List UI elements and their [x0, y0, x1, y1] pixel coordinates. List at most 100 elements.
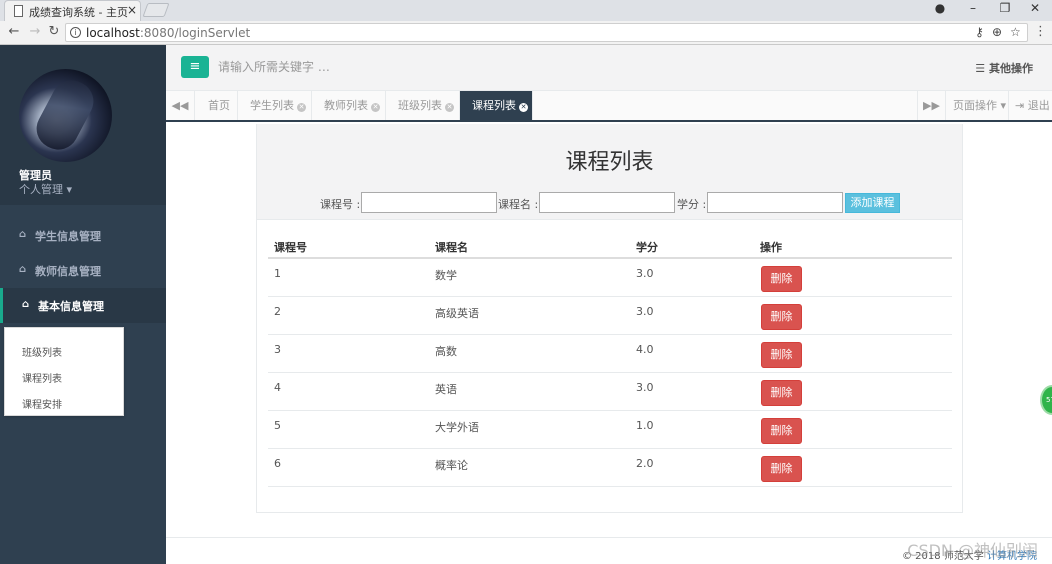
logout-label: 退出 — [1027, 99, 1050, 112]
basic-info-submenu: 班级列表 课程列表 课程安排 — [4, 327, 124, 416]
table-row: 4 英语 3.0 删除 — [268, 373, 952, 411]
csdn-watermark: CSDN @神仙别闹 — [907, 541, 1038, 560]
home-icon: ⌂ — [19, 264, 27, 275]
cell-course-name: 概率论 — [435, 459, 468, 472]
sidebar-item-student-management[interactable]: ⌂ 学生信息管理 — [0, 218, 166, 253]
search-input[interactable] — [218, 57, 518, 77]
delete-button[interactable]: 删除 — [761, 380, 802, 406]
delete-button[interactable]: 删除 — [761, 456, 802, 482]
other-operations-button[interactable]: ☰ 其他操作 — [975, 60, 1033, 76]
account-icon[interactable]: ● — [925, 1, 955, 15]
tab-label: 首页 — [208, 99, 230, 112]
other-operations-label: 其他操作 — [989, 62, 1033, 75]
url-host: localhost — [86, 26, 140, 40]
close-icon[interactable]: ✕ — [371, 103, 380, 112]
logout-icon: ⇥ — [1015, 99, 1025, 112]
cell-credit: 4.0 — [636, 343, 654, 356]
minimize-button[interactable]: – — [958, 1, 988, 15]
cell-course-name: 高数 — [435, 345, 457, 358]
tabs-scroll-left-icon[interactable]: ◀◀ — [166, 91, 195, 120]
personal-menu-dropdown[interactable]: 个人管理 ▾ — [19, 181, 72, 197]
cell-course-no: 2 — [274, 305, 281, 318]
submenu-item-class-list[interactable]: 班级列表 — [22, 344, 62, 359]
submenu-item-course-list[interactable]: 课程列表 — [22, 370, 62, 385]
home-icon: ⌂ — [22, 299, 30, 310]
close-window-button[interactable]: ✕ — [1020, 1, 1050, 15]
tab-course-list[interactable]: 课程列表 ✕ — [460, 91, 533, 120]
document-icon — [14, 5, 23, 17]
course-name-input[interactable] — [539, 192, 675, 213]
browser-tab-strip: 成绩查询系统 - 主页 × ● – ❐ ✕ — [0, 0, 1052, 21]
tab-label: 学生列表 — [250, 99, 294, 112]
key-icon[interactable]: ⚷ — [975, 25, 984, 39]
info-icon[interactable]: i — [70, 27, 81, 38]
credit-label: 学分 : — [677, 198, 707, 211]
table-row: 2 高级英语 3.0 删除 — [268, 297, 952, 335]
cell-credit: 2.0 — [636, 457, 654, 470]
close-tab-icon[interactable]: × — [127, 3, 137, 17]
cell-course-no: 5 — [274, 419, 281, 432]
profile-block: 管理员 个人管理 ▾ — [0, 45, 166, 205]
cell-credit: 3.0 — [636, 305, 654, 318]
cell-course-no: 3 — [274, 343, 281, 356]
avatar[interactable] — [19, 69, 112, 162]
course-no-input[interactable] — [361, 192, 497, 213]
floating-speed-ball[interactable]: 57 — [1040, 385, 1052, 415]
tab-student-list[interactable]: 学生列表 ✕ — [238, 91, 312, 120]
column-header-course-no: 课程号 — [274, 241, 307, 254]
restore-button[interactable]: ❐ — [990, 1, 1020, 15]
table-row: 5 大学外语 1.0 删除 — [268, 411, 952, 449]
home-icon: ⌂ — [19, 229, 27, 240]
delete-button[interactable]: 删除 — [761, 418, 802, 444]
back-arrow-icon[interactable]: ← — [7, 24, 21, 39]
course-name-label: 课程名 : — [498, 198, 539, 211]
address-bar: ← → ↻ i localhost:8080/loginServlet ⚷ ⊕ … — [0, 21, 1052, 45]
page-operations-dropdown[interactable]: 页面操作 ▾ — [953, 91, 1006, 120]
tab-teacher-list[interactable]: 教师列表 ✕ — [312, 91, 386, 120]
cell-credit: 1.0 — [636, 419, 654, 432]
bookmark-star-icon[interactable]: ☆ — [1010, 25, 1021, 39]
cell-course-no: 4 — [274, 381, 281, 394]
close-icon[interactable]: ✕ — [519, 103, 528, 112]
menu-toggle-button[interactable]: ≡ — [181, 56, 209, 78]
cell-course-name: 高级英语 — [435, 307, 479, 320]
table-row: 6 概率论 2.0 删除 — [268, 449, 952, 487]
column-header-credit: 学分 — [636, 241, 658, 254]
url-path: :8080/loginServlet — [139, 26, 251, 40]
reload-icon[interactable]: ↻ — [47, 24, 61, 39]
sidebar-item-teacher-management[interactable]: ⌂ 教师信息管理 — [0, 253, 166, 288]
sidebar-item-basic-info-management[interactable]: ⌂ 基本信息管理 — [0, 288, 166, 323]
forward-arrow-icon[interactable]: → — [28, 24, 42, 39]
browser-tab[interactable]: 成绩查询系统 - 主页 × — [4, 0, 141, 21]
tab-home[interactable]: 首页 — [196, 91, 238, 120]
close-icon[interactable]: ✕ — [445, 103, 454, 112]
delete-button[interactable]: 删除 — [761, 342, 802, 368]
browser-menu-icon[interactable]: ⋮ — [1034, 24, 1047, 39]
add-course-button[interactable]: 添加课程 — [845, 193, 900, 213]
cell-course-name: 数学 — [435, 269, 457, 282]
course-panel: 课程列表 课程号 : 课程名 : 学分 : 添加课程 课程号 课程名 学分 操作… — [256, 124, 963, 513]
credit-input[interactable] — [707, 192, 843, 213]
submenu-item-course-schedule[interactable]: 课程安排 — [22, 396, 62, 411]
delete-button[interactable]: 删除 — [761, 304, 802, 330]
logout-button[interactable]: ⇥ 退出 — [1008, 91, 1050, 120]
new-tab-button[interactable] — [142, 3, 170, 17]
cell-course-no: 6 — [274, 457, 281, 470]
zoom-icon[interactable]: ⊕ — [992, 25, 1002, 39]
list-icon: ☰ — [975, 62, 986, 75]
sidebar-item-label: 基本信息管理 — [38, 300, 104, 313]
sidebar-item-label: 教师信息管理 — [35, 265, 101, 278]
cell-course-name: 大学外语 — [435, 421, 479, 434]
tab-class-list[interactable]: 班级列表 ✕ — [386, 91, 460, 120]
tab-label: 课程列表 — [472, 99, 516, 112]
tabs-scroll-right-icon[interactable]: ▶▶ — [917, 91, 946, 120]
table-row: 1 数学 3.0 删除 — [268, 259, 952, 297]
url-field[interactable]: i localhost:8080/loginServlet ⚷ ⊕ ☆ — [65, 23, 1028, 42]
page-title: 课程列表 — [565, 150, 654, 175]
browser-tab-title: 成绩查询系统 - 主页 — [29, 6, 128, 19]
delete-button[interactable]: 删除 — [761, 266, 802, 292]
table-row: 3 高数 4.0 删除 — [268, 335, 952, 373]
cell-credit: 3.0 — [636, 381, 654, 394]
close-icon[interactable]: ✕ — [297, 103, 306, 112]
cell-course-name: 英语 — [435, 383, 457, 396]
